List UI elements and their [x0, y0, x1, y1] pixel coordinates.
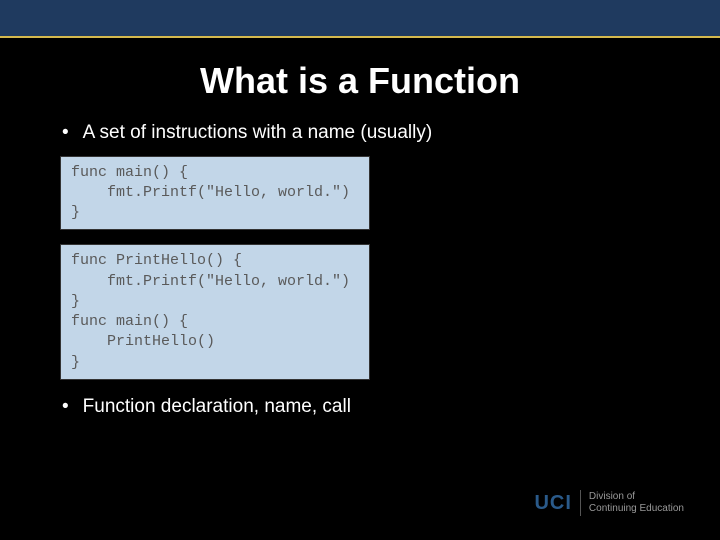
slide-content: • A set of instructions with a name (usu… [0, 120, 720, 420]
bullet-dot: • [62, 394, 69, 420]
code-block-1: func main() { fmt.Printf("Hello, world."… [60, 156, 370, 231]
bullet-item: • A set of instructions with a name (usu… [60, 120, 670, 146]
tagline-line1: Division of [589, 491, 684, 503]
code-block-2: func PrintHello() { fmt.Printf("Hello, w… [60, 244, 370, 380]
logo-tagline: Division of Continuing Education [589, 491, 684, 515]
slide-title: What is a Function [0, 60, 720, 102]
bullet-item: • Function declaration, name, call [60, 394, 670, 420]
header-bar [0, 0, 720, 38]
logo-divider [580, 490, 581, 516]
logo-brand: UCI [534, 492, 571, 515]
bullet-text: A set of instructions with a name (usual… [83, 120, 433, 146]
footer-logo: UCI Division of Continuing Education [534, 490, 684, 516]
bullet-text: Function declaration, name, call [83, 394, 351, 420]
tagline-line2: Continuing Education [589, 503, 684, 515]
bullet-dot: • [62, 120, 69, 146]
